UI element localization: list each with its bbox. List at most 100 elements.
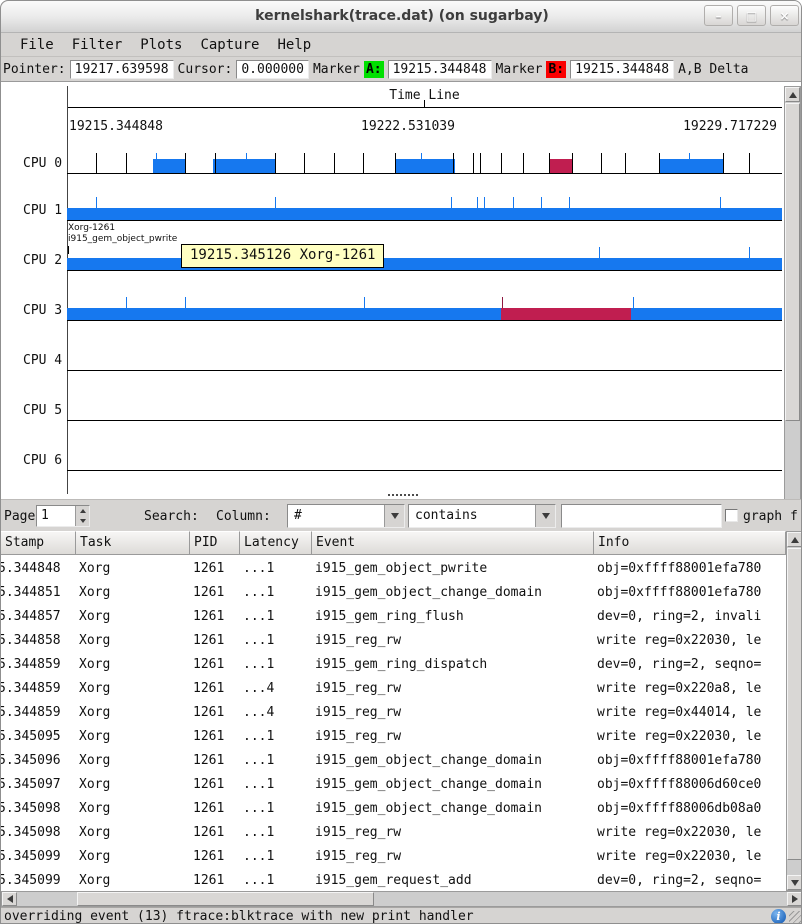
cursor-label: Cursor: xyxy=(178,62,233,77)
table-row[interactable]: 5.345096Xorg1261...1i915_gem_object_chan… xyxy=(1,749,786,773)
table-row[interactable]: 5.345098Xorg1261...1i915_gem_object_chan… xyxy=(1,797,786,821)
close-button[interactable]: × xyxy=(770,5,799,26)
marker-b-value: 19215.344848 xyxy=(570,60,674,79)
graph-scrollbar-thumb[interactable] xyxy=(785,103,800,421)
marker-a-chip[interactable]: A: xyxy=(364,61,384,78)
timeline-event-tick xyxy=(501,153,502,173)
menu-item-plots[interactable]: Plots xyxy=(131,35,191,55)
axis-label-middle: 19222.531039 xyxy=(361,119,455,134)
table-row[interactable]: 5.345099Xorg1261...1i915_gem_request_add… xyxy=(1,869,786,891)
table-row[interactable]: 5.344858Xorg1261...1i915_reg_rwwrite reg… xyxy=(1,629,786,653)
timeline-event-tick xyxy=(364,297,365,308)
timeline-event-tick xyxy=(599,247,600,258)
pointer-value: 19217.639598 xyxy=(70,60,174,79)
maximize-button[interactable]: □ xyxy=(737,5,766,26)
cell-event: i915_gem_object_change_domain xyxy=(309,773,591,797)
cpu-track[interactable] xyxy=(67,380,782,421)
pane-splitter-handle[interactable] xyxy=(388,494,418,498)
resize-grip[interactable] xyxy=(789,911,802,924)
window-title: kernelshark(trace.dat) (on sugarbay) xyxy=(1,8,802,24)
marker-b-label: Marker xyxy=(496,62,543,77)
cell-info: write reg=0x44014, le xyxy=(591,701,783,725)
cpu-track[interactable] xyxy=(67,330,782,371)
column-header-event[interactable]: Event xyxy=(312,531,594,555)
timeline-event-tick xyxy=(246,153,247,173)
timeline-event-tick xyxy=(502,297,503,308)
table-vertical-scrollbar[interactable] xyxy=(786,531,802,891)
timeline-bar xyxy=(213,159,275,173)
timeline-event-tick xyxy=(156,153,157,173)
menu-item-file[interactable]: File xyxy=(11,35,63,55)
spin-up-icon[interactable] xyxy=(76,506,90,516)
cell-event: i915_reg_rw xyxy=(309,725,591,749)
menu-item-filter[interactable]: Filter xyxy=(63,35,132,55)
table-row[interactable]: 5.344857Xorg1261...1i915_gem_ring_flushd… xyxy=(1,605,786,629)
column-header-info[interactable]: Info xyxy=(594,531,786,555)
timeline-event-tick xyxy=(723,153,724,173)
cell-info: write reg=0x220a8, le xyxy=(591,677,783,701)
timeline-tooltip: 19215.345126 Xorg-1261 xyxy=(181,244,384,268)
table-header-row: StampTaskPIDLatencyEventInfo xyxy=(1,531,786,555)
table-row[interactable]: 5.344859Xorg1261...4i915_reg_rwwrite reg… xyxy=(1,701,786,725)
chevron-down-icon[interactable] xyxy=(384,505,404,527)
timeline-event-tick xyxy=(473,153,474,173)
column-header-stamp[interactable]: Stamp xyxy=(1,531,76,555)
chevron-down-icon[interactable] xyxy=(535,505,555,527)
menu-item-help[interactable]: Help xyxy=(268,35,320,55)
minimize-button[interactable]: – xyxy=(704,5,733,26)
table-row[interactable]: 5.345098Xorg1261...1i915_reg_rwwrite reg… xyxy=(1,821,786,845)
search-input[interactable] xyxy=(561,504,722,528)
cell-info: write reg=0x22030, le xyxy=(591,845,783,869)
menu-item-capture[interactable]: Capture xyxy=(191,35,268,55)
table-row[interactable]: 5.345099Xorg1261...1i915_reg_rwwrite reg… xyxy=(1,845,786,869)
timeline-event-tick xyxy=(601,153,602,173)
cell-task: Xorg xyxy=(73,821,187,845)
column-select[interactable]: # xyxy=(287,504,405,528)
cell-stamp: 5.345097 xyxy=(1,773,73,797)
table-row[interactable]: 5.345097Xorg1261...1i915_gem_object_chan… xyxy=(1,773,786,797)
cell-pid: 1261 xyxy=(187,629,237,653)
table-row[interactable]: 5.344859Xorg1261...4i915_reg_rwwrite reg… xyxy=(1,677,786,701)
cpu-track[interactable] xyxy=(67,133,782,174)
pointer-label: Pointer: xyxy=(3,62,66,77)
scroll-up-icon[interactable] xyxy=(785,87,800,102)
marker-a-value: 19215.344848 xyxy=(388,60,492,79)
timeline-event-tick xyxy=(334,153,335,173)
cell-task: Xorg xyxy=(73,701,187,725)
table-hscrollbar-thumb[interactable] xyxy=(77,892,374,906)
graph-follows-checkbox[interactable] xyxy=(725,509,738,522)
task-event-labels: Xorg-1261 i915_gem_object_pwrite xyxy=(68,223,177,245)
table-row[interactable]: 5.344851Xorg1261...1i915_gem_object_chan… xyxy=(1,581,786,605)
timeline-bar xyxy=(67,258,782,270)
cell-latency: ...1 xyxy=(237,629,309,653)
cpu-track[interactable] xyxy=(67,280,782,321)
marker-b-chip[interactable]: B: xyxy=(546,61,566,78)
scroll-right-icon[interactable] xyxy=(787,892,802,906)
table-row[interactable]: 5.344848Xorg1261...1i915_gem_object_pwri… xyxy=(1,557,786,581)
table-scrollbar-thumb[interactable] xyxy=(787,548,802,860)
table-row[interactable]: 5.345095Xorg1261...1i915_reg_rwwrite reg… xyxy=(1,725,786,749)
title-bar[interactable]: kernelshark(trace.dat) (on sugarbay) – □… xyxy=(1,1,802,33)
cell-task: Xorg xyxy=(73,653,187,677)
match-select[interactable]: contains xyxy=(408,504,556,528)
cell-event: i915_gem_object_pwrite xyxy=(309,557,591,581)
timeline-event-tick xyxy=(625,153,626,173)
cpu-track[interactable] xyxy=(67,430,782,471)
cell-event: i915_reg_rw xyxy=(309,845,591,869)
timeline-event-tick xyxy=(549,153,550,173)
cell-event: i915_gem_ring_flush xyxy=(309,605,591,629)
column-header-latency[interactable]: Latency xyxy=(240,531,312,555)
scroll-down-icon[interactable] xyxy=(787,875,802,890)
cell-pid: 1261 xyxy=(187,749,237,773)
column-header-task[interactable]: Task xyxy=(76,531,190,555)
spin-down-icon[interactable] xyxy=(76,516,90,526)
cell-task: Xorg xyxy=(73,581,187,605)
cpu-track[interactable] xyxy=(67,180,782,221)
scroll-up-icon[interactable] xyxy=(787,532,802,547)
timeline-event-tick xyxy=(523,153,524,173)
scroll-left-icon[interactable] xyxy=(2,892,17,906)
column-header-pid[interactable]: PID xyxy=(190,531,240,555)
table-horizontal-scrollbar[interactable] xyxy=(1,891,802,907)
table-row[interactable]: 5.344859Xorg1261...1i915_gem_ring_dispat… xyxy=(1,653,786,677)
page-spinner[interactable]: 1 xyxy=(36,505,90,527)
